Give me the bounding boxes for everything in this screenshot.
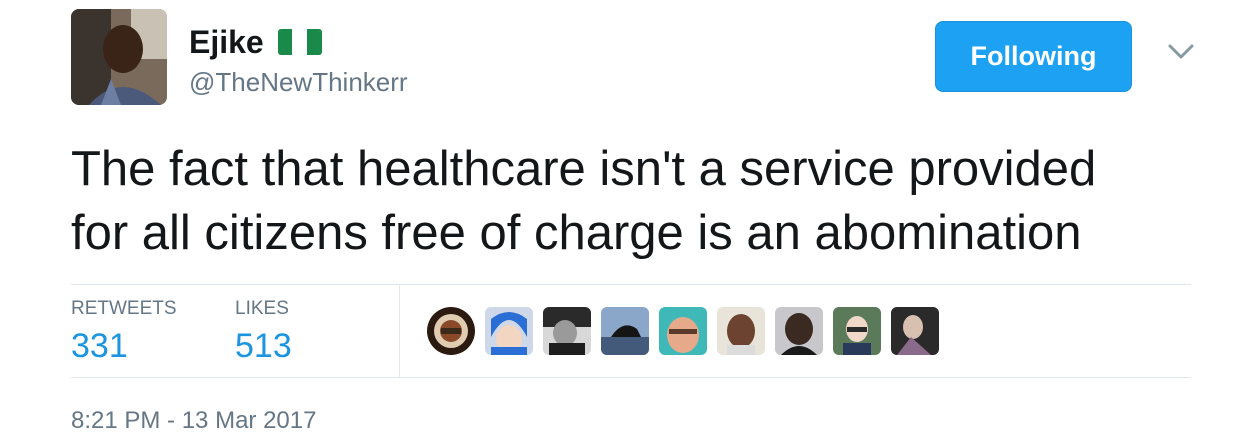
following-button[interactable]: Following (935, 21, 1132, 92)
tweet-timestamp[interactable]: 8:21 PM - 13 Mar 2017 (71, 406, 316, 436)
retweets-count[interactable]: 331 (71, 326, 128, 366)
chevron-down-icon[interactable] (1166, 40, 1196, 64)
tweet-text: The fact that healthcare isn't a service… (71, 142, 1097, 260)
liker-avatars (427, 307, 939, 355)
liker-avatar[interactable] (543, 307, 591, 355)
display-name[interactable]: Ejike (189, 22, 322, 62)
avatar[interactable] (71, 9, 167, 105)
likes-label[interactable]: LIKES (235, 298, 289, 320)
user-handle[interactable]: @TheNewThinkerr (189, 66, 408, 98)
liker-avatar[interactable] (427, 307, 475, 355)
likes-count[interactable]: 513 (235, 326, 292, 366)
stats-separator (399, 285, 400, 377)
divider (71, 284, 1191, 285)
liker-avatar[interactable] (717, 307, 765, 355)
liker-avatar[interactable] (891, 307, 939, 355)
nigeria-flag-icon (277, 29, 322, 55)
liker-avatar[interactable] (485, 307, 533, 355)
retweets-label[interactable]: RETWEETS (71, 298, 177, 320)
divider (71, 377, 1191, 378)
liker-avatar[interactable] (833, 307, 881, 355)
liker-avatar[interactable] (601, 307, 649, 355)
display-name-text[interactable]: Ejike (189, 22, 264, 62)
liker-avatar[interactable] (775, 307, 823, 355)
liker-avatar[interactable] (659, 307, 707, 355)
